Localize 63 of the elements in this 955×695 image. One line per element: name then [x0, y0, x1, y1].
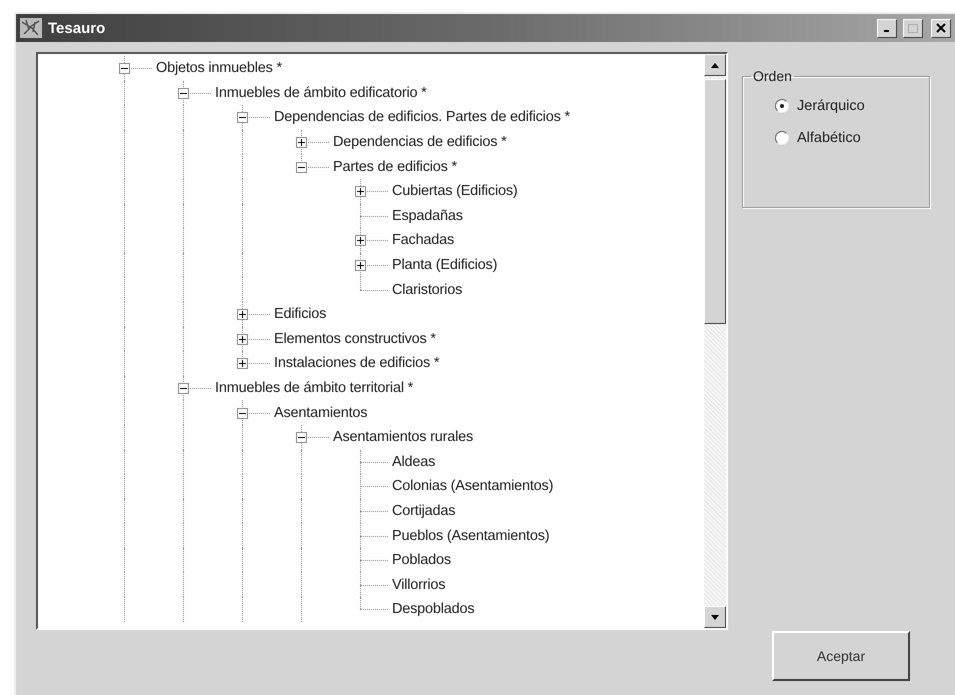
- plus-icon: [357, 262, 364, 270]
- collapse-toggle[interactable]: [119, 63, 130, 74]
- tree-node-label[interactable]: Dependencias de edificios. Partes de edificios *: [272, 109, 570, 126]
- collapse-toggle[interactable]: [178, 383, 189, 394]
- collapse-toggle[interactable]: [296, 162, 307, 173]
- tree-node-label[interactable]: Pueblos (Asentamientos): [390, 528, 550, 544]
- tree-node-label[interactable]: Poblados: [390, 552, 451, 568]
- minimize-button[interactable]: [877, 18, 897, 38]
- tree-node-label[interactable]: Fachadas: [390, 232, 454, 248]
- radio-option[interactable]: Alfabético: [775, 130, 929, 146]
- thesaurus-app-icon: [20, 18, 42, 38]
- tree-node-label[interactable]: Despoblados: [390, 601, 474, 618]
- accept-button[interactable]: Aceptar: [772, 631, 910, 681]
- up-arrow-icon: [711, 62, 719, 68]
- group-title: Orden: [752, 68, 793, 84]
- plus-icon: [357, 188, 364, 196]
- close-icon: [936, 23, 946, 33]
- maximize-icon: [908, 24, 918, 32]
- tree-node-label[interactable]: Dependencias de edificios *: [331, 134, 507, 150]
- radio-icon[interactable]: [775, 99, 789, 113]
- tree-node-label[interactable]: Espadañas: [390, 208, 463, 224]
- down-arrow-icon: [711, 614, 719, 620]
- tree-node-label[interactable]: Elementos constructivos *: [272, 330, 436, 347]
- maximize-button[interactable]: [903, 18, 923, 38]
- tree-node-label[interactable]: Colonias (Asentamientos): [390, 478, 554, 494]
- tree-node-label[interactable]: Inmuebles de ámbito edificatorio *: [213, 84, 427, 101]
- collapse-toggle[interactable]: [237, 408, 248, 419]
- window-title: Tesauro: [48, 20, 106, 36]
- scroll-up-button[interactable]: [704, 54, 726, 76]
- plus-icon: [239, 311, 246, 318]
- expand-toggle[interactable]: [237, 309, 248, 320]
- tree-node-label[interactable]: Inmuebles de ámbito territorial *: [213, 380, 414, 396]
- collapse-toggle[interactable]: [178, 88, 189, 99]
- collapse-toggle[interactable]: [296, 432, 307, 444]
- expand-toggle[interactable]: [355, 235, 366, 246]
- scroll-down-button[interactable]: [704, 606, 726, 628]
- radio-icon[interactable]: [775, 131, 789, 145]
- vertical-scrollbar[interactable]: [704, 54, 726, 628]
- tree-node-label[interactable]: Asentamientos: [272, 404, 368, 421]
- scrollbar-thumb[interactable]: [704, 79, 726, 324]
- collapse-toggle[interactable]: [237, 112, 248, 124]
- expand-toggle[interactable]: [237, 334, 248, 345]
- tree-node-label[interactable]: Asentamientos rurales: [331, 429, 474, 446]
- expand-toggle[interactable]: [237, 358, 248, 370]
- expand-toggle[interactable]: [355, 186, 366, 198]
- tree-node-label[interactable]: Villorrios: [390, 576, 446, 593]
- radio-option[interactable]: Jerárquico: [775, 98, 929, 114]
- tree-node-label[interactable]: Planta (Edificios): [390, 257, 498, 274]
- close-button[interactable]: [931, 18, 951, 38]
- plus-icon: [298, 139, 305, 146]
- tree-node-label[interactable]: Claristorios: [390, 282, 462, 298]
- tree-node-label[interactable]: Aldeas: [390, 454, 436, 470]
- tree-node-label[interactable]: Objetos inmuebles *: [154, 60, 282, 76]
- plus-icon: [239, 336, 246, 343]
- tree-node-label[interactable]: Instalaciones de edificios *: [272, 355, 440, 372]
- tree-node-label[interactable]: Edificios: [272, 306, 326, 322]
- tree-node-label[interactable]: Partes de edificios *: [331, 158, 457, 175]
- tree-node-label[interactable]: Cortijadas: [390, 502, 456, 519]
- plus-icon: [357, 237, 364, 244]
- expand-toggle[interactable]: [355, 260, 366, 272]
- plus-icon: [239, 360, 246, 368]
- expand-toggle[interactable]: [296, 137, 307, 148]
- tree-node-label[interactable]: Cubiertas (Edificios): [390, 183, 518, 200]
